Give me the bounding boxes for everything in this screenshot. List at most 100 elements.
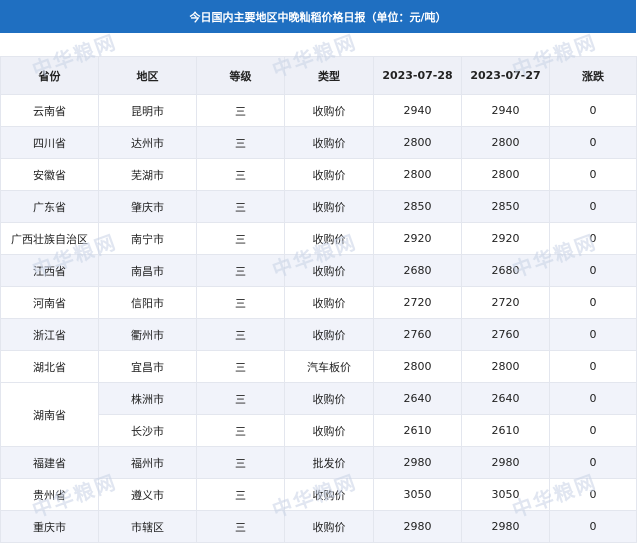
cell-price-prev: 2760 xyxy=(461,318,550,351)
cell-price-today: 2980 xyxy=(373,510,462,543)
table-row: 广东省 肇庆市 三 收购价 2850 2850 0 xyxy=(0,190,637,223)
cell-change: 0 xyxy=(549,510,637,543)
cell-price-prev: 2850 xyxy=(461,190,550,223)
cell-region: 遵义市 xyxy=(98,478,197,511)
cell-price-today: 2940 xyxy=(373,94,462,127)
cell-price-prev: 2800 xyxy=(461,350,550,383)
cell-type: 收购价 xyxy=(284,158,374,191)
cell-region: 株洲市 xyxy=(98,382,197,415)
cell-price-prev: 2800 xyxy=(461,126,550,159)
header-date-today: 2023-07-28 xyxy=(373,56,462,95)
cell-grade: 三 xyxy=(196,254,285,287)
cell-province: 贵州省 xyxy=(0,478,99,511)
cell-price-today: 2980 xyxy=(373,446,462,479)
table-row: 安徽省 芜湖市 三 收购价 2800 2800 0 xyxy=(0,158,637,191)
table-row: 云南省 昆明市 三 收购价 2940 2940 0 xyxy=(0,94,637,127)
cell-grade: 三 xyxy=(196,350,285,383)
cell-price-today: 2720 xyxy=(373,286,462,319)
cell-change: 0 xyxy=(549,126,637,159)
header-type: 类型 xyxy=(284,56,374,95)
cell-region: 长沙市 xyxy=(98,414,197,447)
cell-grade: 三 xyxy=(196,158,285,191)
cell-price-today: 2800 xyxy=(373,350,462,383)
cell-change: 0 xyxy=(549,190,637,223)
cell-type: 收购价 xyxy=(284,222,374,255)
cell-province: 浙江省 xyxy=(0,318,99,351)
cell-change: 0 xyxy=(549,382,637,415)
cell-price-today: 2760 xyxy=(373,318,462,351)
cell-grade: 三 xyxy=(196,510,285,543)
cell-province: 江西省 xyxy=(0,254,99,287)
cell-change: 0 xyxy=(549,414,637,447)
cell-price-prev: 2680 xyxy=(461,254,550,287)
table-row: 福建省 福州市 三 批发价 2980 2980 0 xyxy=(0,446,637,479)
cell-province: 福建省 xyxy=(0,446,99,479)
cell-grade: 三 xyxy=(196,446,285,479)
cell-province: 重庆市 xyxy=(0,510,99,543)
cell-price-prev: 2940 xyxy=(461,94,550,127)
cell-price-today: 2800 xyxy=(373,158,462,191)
table-row: 浙江省 衢州市 三 收购价 2760 2760 0 xyxy=(0,318,637,351)
cell-type: 收购价 xyxy=(284,510,374,543)
report-title: 今日国内主要地区中晚籼稻价格日报（单位：元/吨） xyxy=(0,0,636,33)
cell-region: 市辖区 xyxy=(98,510,197,543)
cell-price-today: 3050 xyxy=(373,478,462,511)
cell-type: 收购价 xyxy=(284,190,374,223)
cell-province: 广西壮族自治区 xyxy=(0,222,99,255)
cell-type: 收购价 xyxy=(284,318,374,351)
cell-price-today: 2920 xyxy=(373,222,462,255)
table-row: 重庆市 市辖区 三 收购价 2980 2980 0 xyxy=(0,510,637,543)
cell-price-prev: 2800 xyxy=(461,158,550,191)
cell-province: 安徽省 xyxy=(0,158,99,191)
table-row: 湖南省 株洲市 三 收购价 2640 2640 0 xyxy=(0,382,637,447)
table-row: 四川省 达州市 三 收购价 2800 2800 0 xyxy=(0,126,637,159)
table-header-row: 省份 地区 等级 类型 2023-07-28 2023-07-27 涨跌 xyxy=(0,56,637,95)
header-date-prev: 2023-07-27 xyxy=(461,56,550,95)
cell-type: 汽车板价 xyxy=(284,350,374,383)
cell-type: 收购价 xyxy=(284,478,374,511)
cell-price-today: 2640 xyxy=(373,382,462,415)
cell-price-today: 2680 xyxy=(373,254,462,287)
cell-region: 南宁市 xyxy=(98,222,197,255)
table-row: 江西省 南昌市 三 收购价 2680 2680 0 xyxy=(0,254,637,287)
cell-province: 湖南省 xyxy=(0,382,99,447)
cell-province: 云南省 xyxy=(0,94,99,127)
cell-province: 河南省 xyxy=(0,286,99,319)
cell-type: 收购价 xyxy=(284,382,374,415)
header-province: 省份 xyxy=(0,56,99,95)
cell-change: 0 xyxy=(549,318,637,351)
cell-province: 广东省 xyxy=(0,190,99,223)
cell-change: 0 xyxy=(549,478,637,511)
cell-change: 0 xyxy=(549,94,637,127)
cell-province: 湖北省 xyxy=(0,350,99,383)
cell-price-today: 2610 xyxy=(373,414,462,447)
cell-region: 肇庆市 xyxy=(98,190,197,223)
cell-region: 昆明市 xyxy=(98,94,197,127)
cell-region: 信阳市 xyxy=(98,286,197,319)
cell-region: 福州市 xyxy=(98,446,197,479)
cell-change: 0 xyxy=(549,222,637,255)
cell-grade: 三 xyxy=(196,286,285,319)
cell-grade: 三 xyxy=(196,190,285,223)
cell-price-today: 2850 xyxy=(373,190,462,223)
cell-price-prev: 2720 xyxy=(461,286,550,319)
header-grade: 等级 xyxy=(196,56,285,95)
cell-type: 收购价 xyxy=(284,254,374,287)
cell-price-prev: 2610 xyxy=(461,414,550,447)
cell-price-today: 2800 xyxy=(373,126,462,159)
cell-change: 0 xyxy=(549,350,637,383)
table-row: 河南省 信阳市 三 收购价 2720 2720 0 xyxy=(0,286,637,319)
header-change: 涨跌 xyxy=(549,56,637,95)
cell-grade: 三 xyxy=(196,414,285,447)
cell-grade: 三 xyxy=(196,222,285,255)
header-region: 地区 xyxy=(98,56,197,95)
cell-region: 衢州市 xyxy=(98,318,197,351)
cell-region: 南昌市 xyxy=(98,254,197,287)
cell-price-prev: 3050 xyxy=(461,478,550,511)
cell-type: 收购价 xyxy=(284,126,374,159)
table-row: 广西壮族自治区 南宁市 三 收购价 2920 2920 0 xyxy=(0,222,637,255)
cell-grade: 三 xyxy=(196,382,285,415)
cell-grade: 三 xyxy=(196,126,285,159)
cell-price-prev: 2980 xyxy=(461,446,550,479)
cell-type: 收购价 xyxy=(284,414,374,447)
